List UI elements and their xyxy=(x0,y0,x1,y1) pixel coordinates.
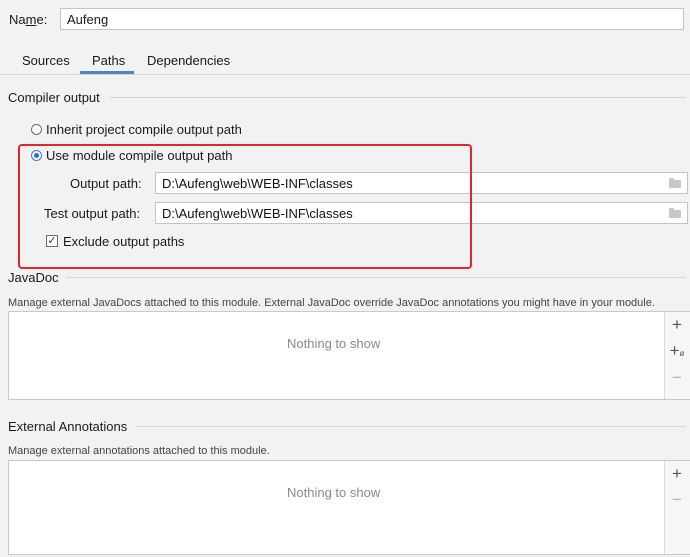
module-name-input[interactable]: Aufeng xyxy=(60,8,684,30)
browse-test-folder-icon[interactable] xyxy=(669,208,681,218)
javadoc-add-url-icon[interactable]: +ø xyxy=(667,342,687,363)
external-annotations-add-icon[interactable]: + xyxy=(667,465,687,483)
javadoc-divider xyxy=(66,277,686,278)
external-annotations-remove-icon[interactable]: − xyxy=(667,491,687,509)
name-label: Name: xyxy=(9,12,48,27)
tab-sources[interactable]: Sources xyxy=(22,53,70,68)
javadoc-empty-text: Nothing to show xyxy=(287,336,381,351)
external-annotations-title: External Annotations xyxy=(8,419,128,434)
javadoc-remove-icon[interactable]: − xyxy=(667,369,687,387)
inherit-output-label[interactable]: Inherit project compile output path xyxy=(46,122,242,137)
javadoc-toolbar: + +ø − xyxy=(664,312,690,399)
external-annotations-divider xyxy=(136,426,686,427)
javadoc-list[interactable]: Nothing to show + +ø − xyxy=(8,311,690,400)
compiler-output-title: Compiler output xyxy=(8,90,100,105)
tab-dependencies[interactable]: Dependencies xyxy=(147,53,230,68)
external-annotations-empty-text: Nothing to show xyxy=(287,485,381,500)
inherit-output-radio[interactable] xyxy=(31,124,42,135)
javadoc-title: JavaDoc xyxy=(8,270,59,285)
javadoc-description: Manage external JavaDocs attached to thi… xyxy=(8,297,655,309)
highlight-annotation-box xyxy=(18,144,472,269)
browse-folder-icon[interactable] xyxy=(669,178,681,188)
javadoc-add-icon[interactable]: + xyxy=(667,316,687,334)
external-annotations-list[interactable]: Nothing to show + − xyxy=(8,460,690,555)
tab-paths[interactable]: Paths xyxy=(92,53,125,68)
external-annotations-toolbar: + − xyxy=(664,461,690,554)
tabs-divider xyxy=(0,74,690,75)
compiler-output-divider xyxy=(110,97,686,98)
external-annotations-description: Manage external annotations attached to … xyxy=(8,445,270,457)
